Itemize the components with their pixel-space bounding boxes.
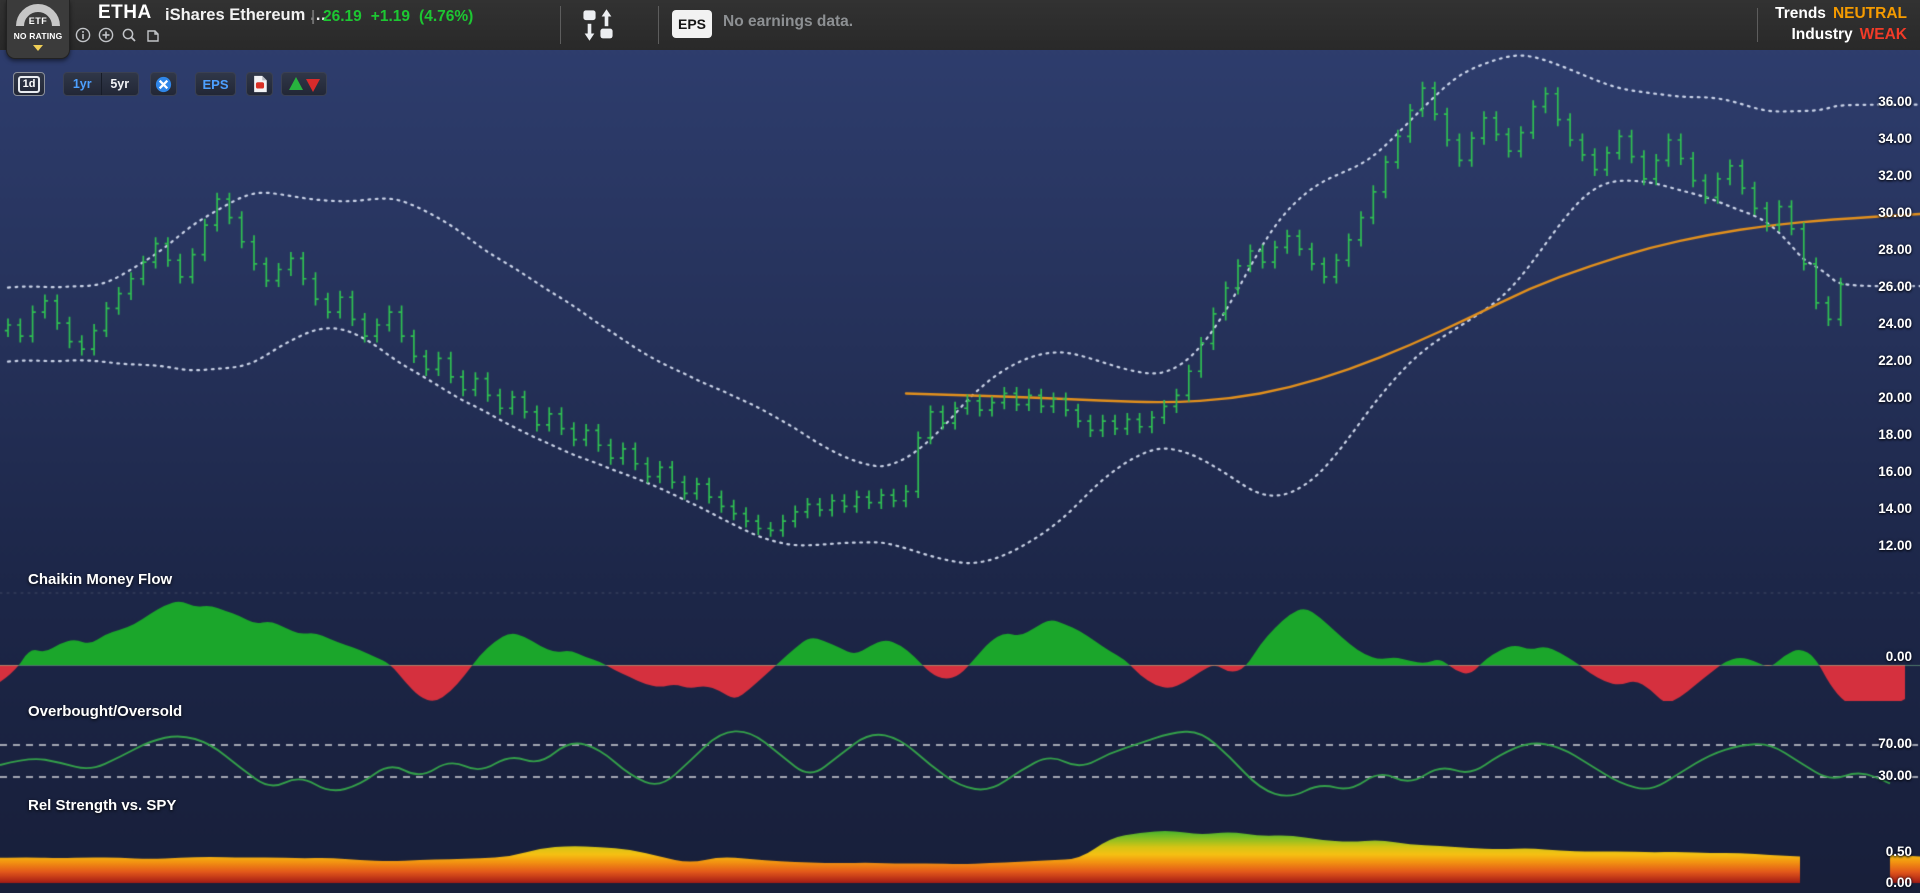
signals-toggle-button[interactable] — [281, 72, 327, 96]
info-icon[interactable] — [75, 27, 91, 43]
etf-rating-badge[interactable]: ETF NO RATING — [6, 0, 70, 59]
price-axis-label: 32.00 — [1846, 168, 1912, 183]
price-axis-label: 26.00 — [1846, 279, 1912, 294]
pdf-export-button[interactable] — [246, 72, 273, 96]
price-axis-label: 34.00 — [1846, 131, 1912, 146]
industry-value: WEAK — [1860, 26, 1907, 43]
company-name: iShares Ethereum … — [165, 6, 326, 25]
price-quote: 26.19 +1.19 (4.76%) — [323, 8, 482, 26]
timeframe-1d-label: 1d — [18, 76, 41, 93]
price-axis-label: 12.00 — [1846, 538, 1912, 553]
price-axis-label: 24.00 — [1846, 316, 1912, 331]
eps-overlay-button[interactable]: EPS — [195, 72, 236, 96]
compare-swap-icon[interactable] — [581, 8, 615, 42]
timeframe-5yr-button[interactable]: 5yr — [102, 73, 139, 95]
ticker-action-icons — [75, 27, 160, 43]
chart-region: 1d 1yr 5yr EPS — [0, 50, 1920, 893]
ticker-symbol: ETHA — [98, 2, 152, 24]
rs-panel-title: Rel Strength vs. SPY — [28, 797, 176, 814]
price-change: +1.19 — [371, 8, 410, 25]
crosshair-icon — [154, 75, 173, 94]
timeframe-1yr-button[interactable]: 1yr — [64, 73, 102, 95]
chaikin-analytics-app: ETHA iShares Ethereum … | 26.19 +1.19 (4.7… — [0, 0, 1920, 893]
eps-badge: EPS — [672, 10, 712, 38]
obos-panel-title: Overbought/Oversold — [28, 703, 182, 720]
price-axis-label: 36.00 — [1846, 94, 1912, 109]
price-axis-label: 14.00 — [1846, 501, 1912, 516]
ratings-block: Trends NEUTRAL Industry WEAK — [1775, 3, 1907, 45]
price-axis-label: 18.00 — [1846, 427, 1912, 442]
cmf-panel-title: Chaikin Money Flow — [28, 571, 172, 588]
bullish-triangle-icon — [289, 77, 303, 90]
trends-row: Trends NEUTRAL — [1775, 3, 1907, 24]
rs-000-label: 0.00 — [1846, 875, 1912, 890]
timeframe-range-group: 1yr 5yr — [63, 72, 139, 96]
gauge-needle-icon — [33, 45, 43, 51]
price-divider: | — [311, 8, 315, 25]
price-axis-label: 22.00 — [1846, 353, 1912, 368]
trends-value: NEUTRAL — [1833, 5, 1907, 22]
obos-30-label: 30.00 — [1846, 768, 1912, 783]
price-axis-label: 20.00 — [1846, 390, 1912, 405]
header-divider-2 — [658, 6, 659, 44]
rs-050-label: 0.50 — [1846, 844, 1912, 859]
obos-70-label: 70.00 — [1846, 736, 1912, 751]
eps-status-text: No earnings data. — [723, 13, 853, 31]
price-axis-label: 28.00 — [1846, 242, 1912, 257]
last-price: 26.19 — [323, 8, 362, 25]
copy-page-icon[interactable] — [144, 27, 160, 43]
price-axis-label: 30.00 — [1846, 205, 1912, 220]
pdf-icon — [252, 75, 268, 93]
crosshair-button[interactable] — [150, 72, 177, 96]
price-change-pct: (4.76%) — [419, 8, 473, 25]
no-rating-label: NO RATING — [7, 31, 69, 41]
trends-label: Trends — [1775, 5, 1826, 22]
timeframe-1d-button[interactable]: 1d — [13, 72, 45, 96]
header-bar: ETHA iShares Ethereum … | 26.19 +1.19 (4.7… — [0, 0, 1920, 51]
chart-canvas[interactable] — [0, 50, 1920, 893]
add-plus-icon[interactable] — [98, 27, 114, 43]
bearish-triangle-icon — [306, 79, 320, 92]
search-icon[interactable] — [121, 27, 137, 43]
price-axis-label: 16.00 — [1846, 464, 1912, 479]
industry-row: Industry WEAK — [1775, 24, 1907, 45]
industry-label: Industry — [1791, 26, 1852, 43]
cmf-zero-label: 0.00 — [1846, 649, 1912, 664]
header-divider-1 — [560, 6, 561, 44]
header-divider-3 — [1757, 8, 1758, 42]
etf-type-label: ETF — [7, 16, 69, 26]
